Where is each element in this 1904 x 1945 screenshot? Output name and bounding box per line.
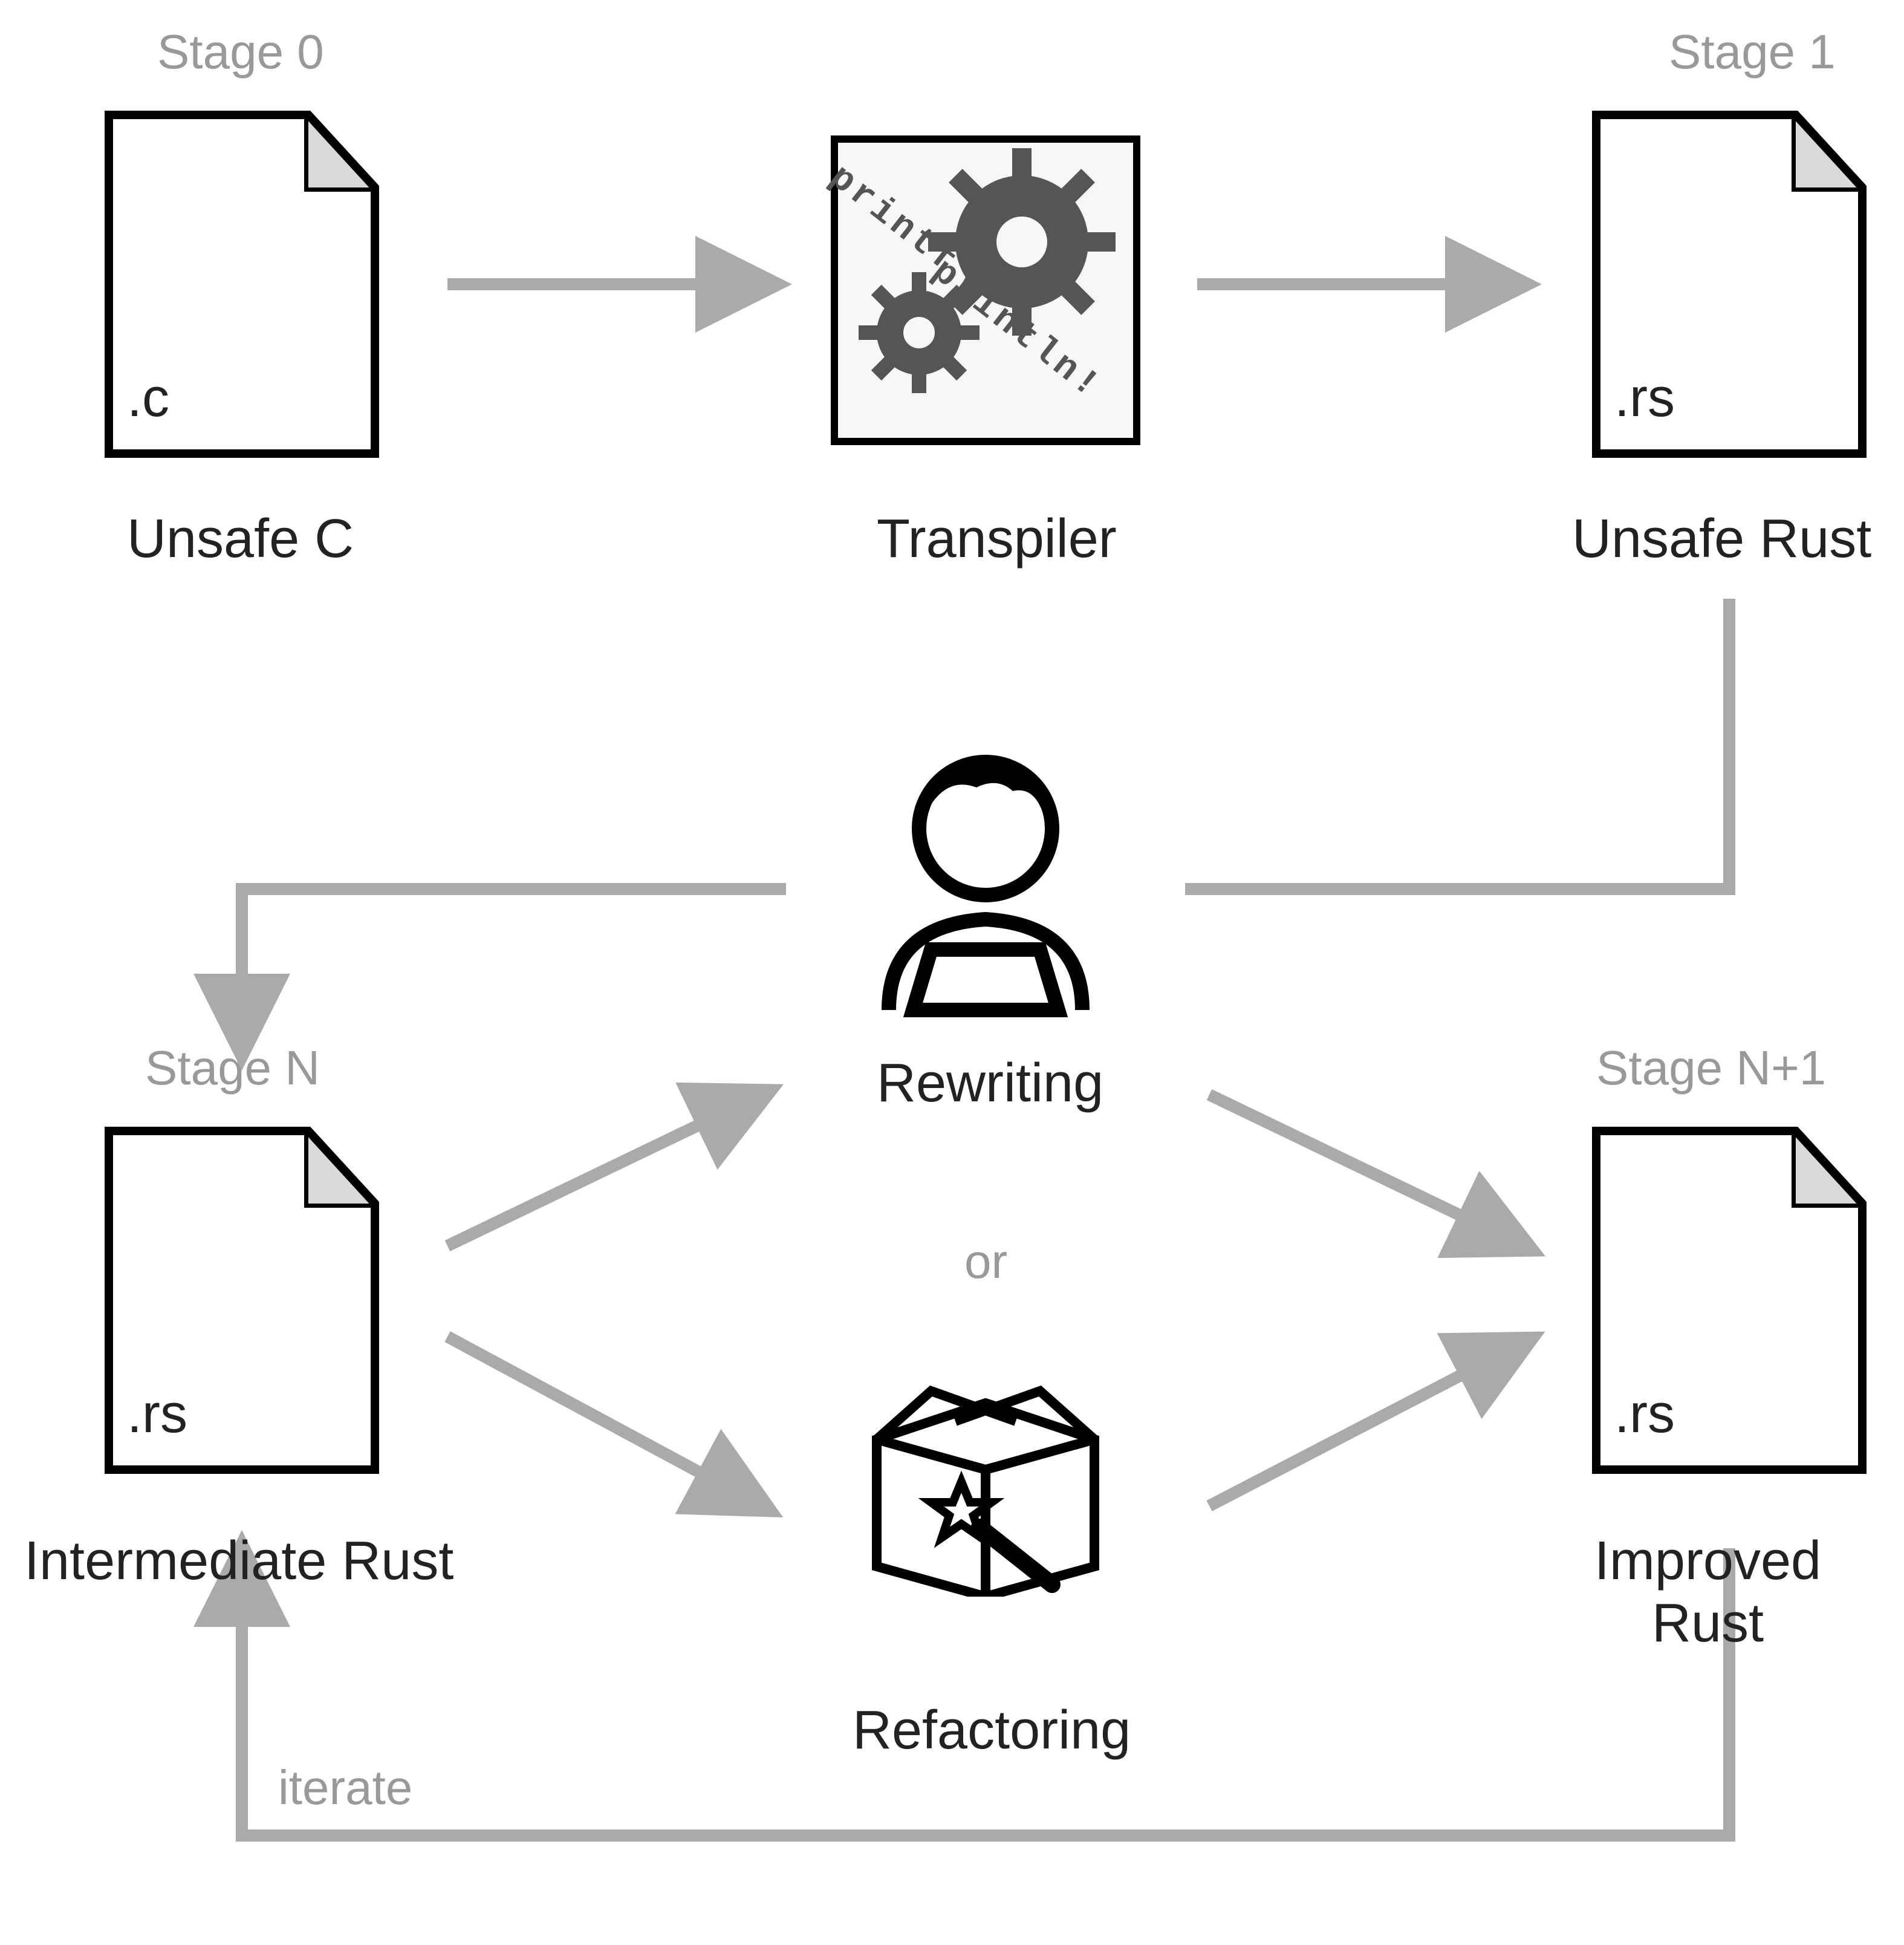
improved-rust-label: Improved Rust — [1536, 1530, 1880, 1655]
file-ext-rs-2: .rs — [127, 1383, 187, 1445]
file-ext-rs-3: .rs — [1614, 1383, 1675, 1445]
improved-rust-file-icon: .rs — [1584, 1119, 1874, 1482]
c2rust-pipeline-diagram: Stage 0 Stage 1 Stage N Stage N+1 .c .rs — [24, 24, 1880, 1921]
intermediate-rust-label: Intermediate Rust — [24, 1530, 453, 1592]
intermediate-rust-file-icon: .rs — [97, 1119, 387, 1482]
or-label: or — [964, 1234, 1007, 1289]
rewriting-label: Rewriting — [877, 1052, 1103, 1115]
refactoring-icon — [859, 1367, 1113, 1597]
refactoring-label: Refactoring — [853, 1699, 1131, 1762]
iterate-label: iterate — [278, 1760, 412, 1816]
person-icon — [834, 744, 1137, 1022]
